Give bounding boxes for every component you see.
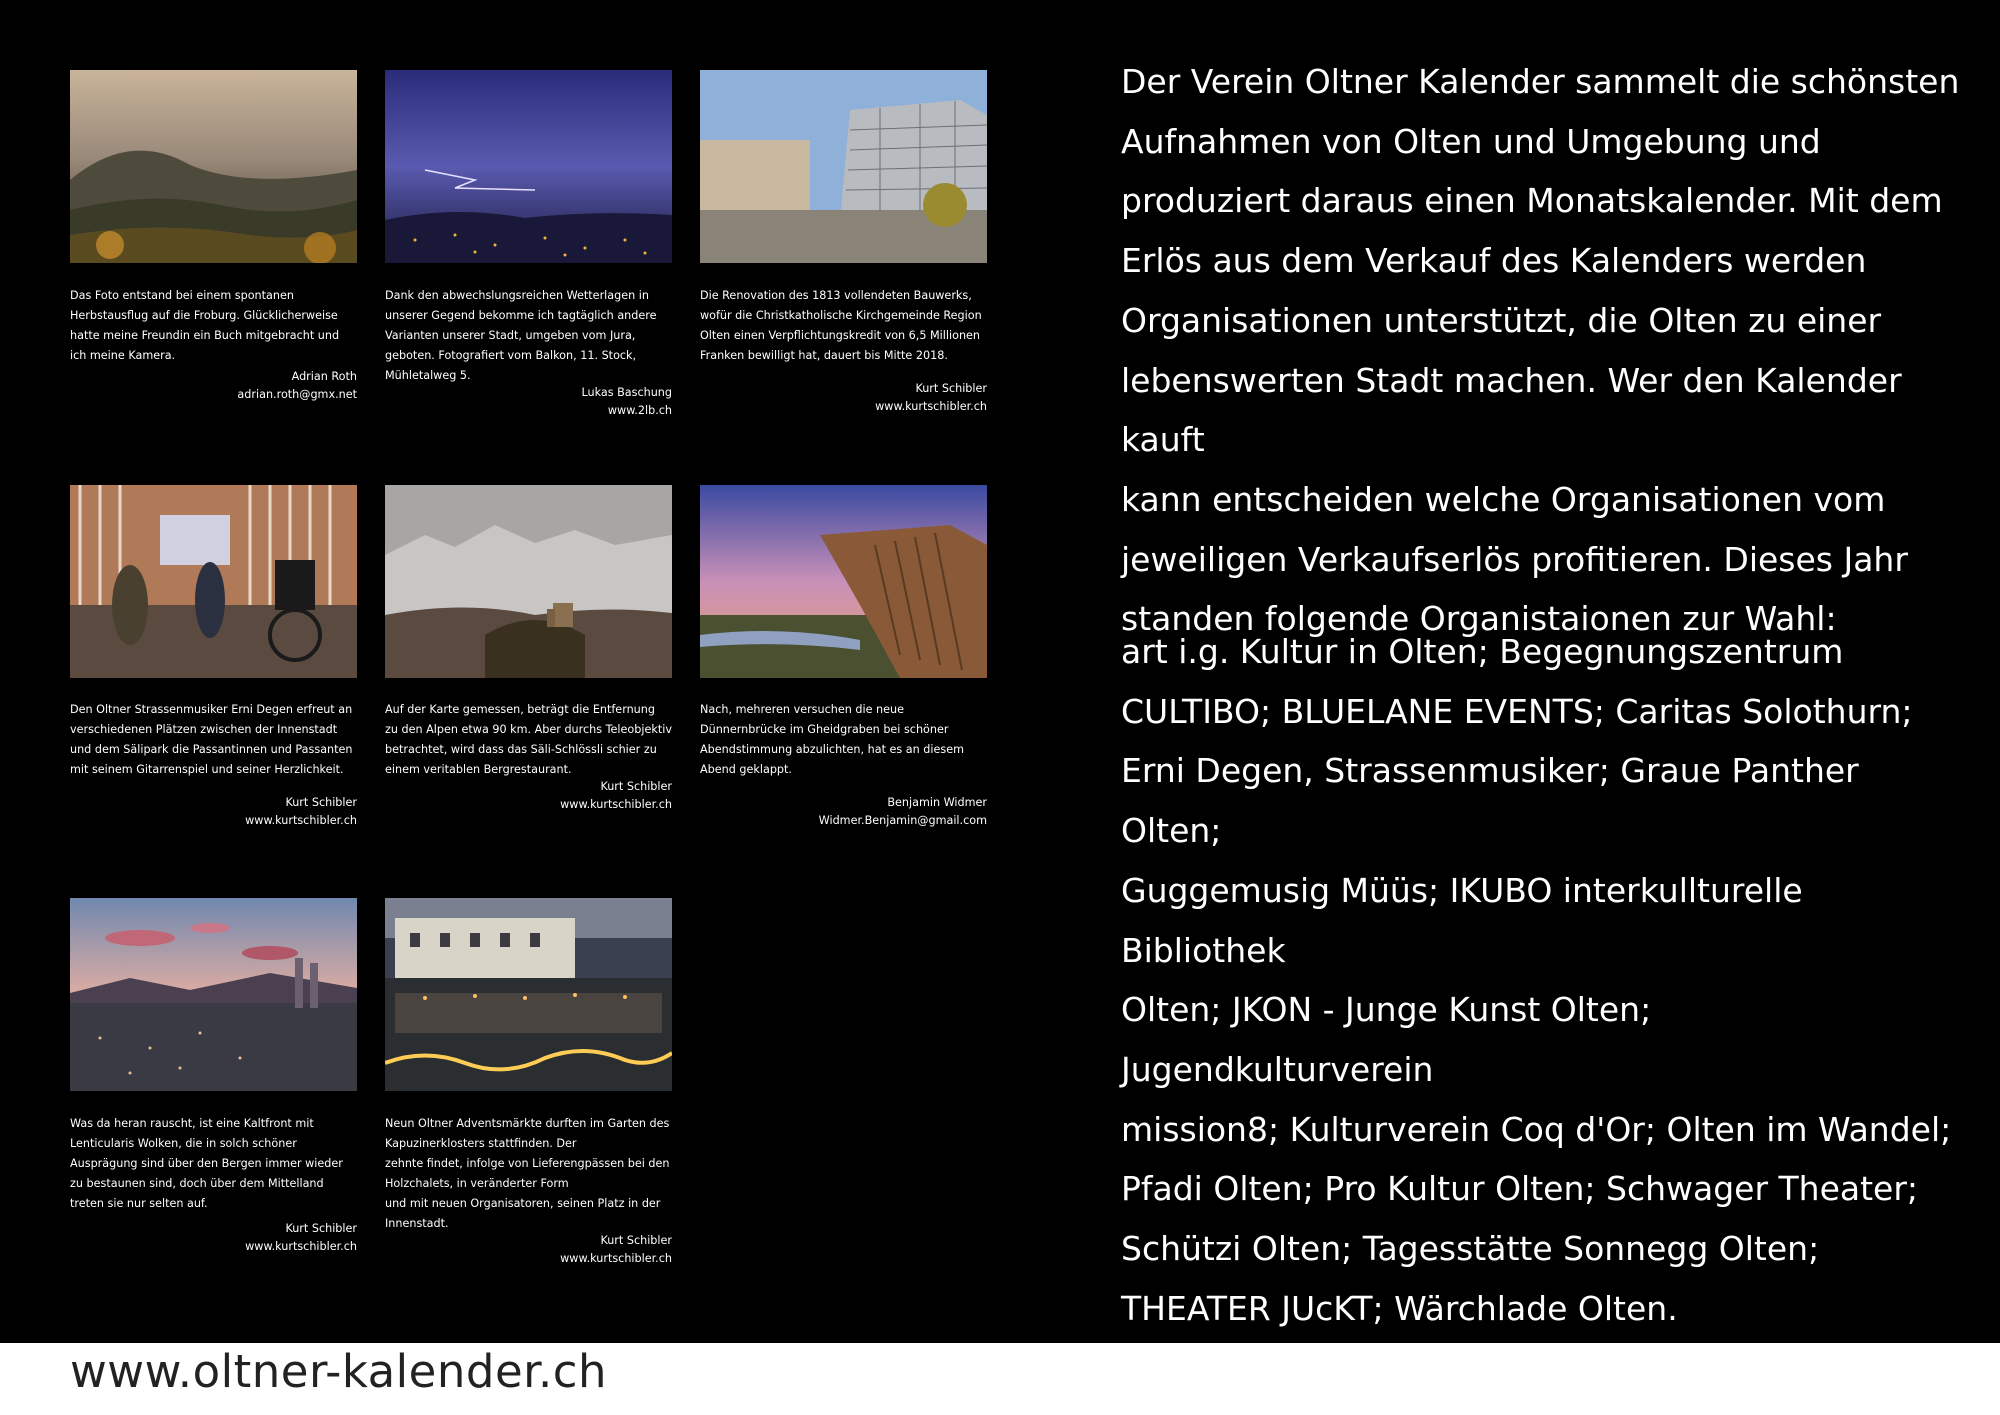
caption-text: Neun Oltner Adventsmärkte durften im Gar…	[385, 1117, 670, 1230]
caption-text: Das Foto entstand bei einem spontanen He…	[70, 289, 340, 362]
author-contact: www.kurtschibler.ch	[875, 399, 987, 413]
photo-church-image	[700, 70, 987, 263]
author-contact: www.kurtschibler.ch	[560, 797, 672, 811]
author-name: Kurt Schibler	[600, 780, 672, 793]
author-name: Kurt Schibler	[285, 796, 357, 809]
calendar-back-page: Das Foto entstand bei einem spontanen He…	[0, 0, 2000, 1343]
photo-credit: Kurt Schibler www.kurtschibler.ch	[385, 1232, 672, 1267]
photo-credit: Benjamin Widmer Widmer.Benjamin@gmail.co…	[700, 794, 987, 829]
author-contact: adrian.roth@gmx.net	[237, 387, 357, 401]
caption-photo-2: Dank den abwechslungsreichen Wetterlagen…	[385, 286, 672, 419]
photo-lightning-storm	[385, 70, 672, 263]
author-name: Kurt Schibler	[600, 1234, 672, 1247]
author-name: Benjamin Widmer	[887, 796, 987, 809]
intro-paragraph: Der Verein Oltner Kalender sammelt die s…	[1121, 62, 1960, 639]
footer-website-link[interactable]: www.oltner-kalender.ch	[70, 1345, 607, 1398]
author-contact: Widmer.Benjamin@gmail.com	[818, 813, 987, 827]
caption-photo-1: Das Foto entstand bei einem spontanen He…	[70, 286, 357, 403]
caption-text: Was da heran rauscht, ist eine Kaltfront…	[70, 1117, 343, 1210]
caption-photo-6: Nach, mehreren versuchen die neue Dünner…	[700, 700, 987, 829]
photo-musician-image	[70, 485, 357, 678]
photo-alps-castle	[385, 485, 672, 678]
photo-froburg-landscape	[70, 70, 357, 263]
caption-text: Den Oltner Strassenmusiker Erni Degen er…	[70, 703, 353, 776]
photo-church-renovation	[700, 70, 987, 263]
caption-photo-5: Auf der Karte gemessen, beträgt die Entf…	[385, 700, 672, 813]
author-contact: www.kurtschibler.ch	[245, 1239, 357, 1253]
caption-photo-8: Neun Oltner Adventsmärkte durften im Gar…	[385, 1114, 672, 1267]
photo-froburg-image	[70, 70, 357, 263]
photo-credit: Kurt Schibler www.kurtschibler.ch	[385, 778, 672, 813]
photo-credit: Kurt Schibler www.kurtschibler.ch	[70, 794, 357, 829]
photo-clouds-image	[70, 898, 357, 1091]
caption-text: Nach, mehreren versuchen die neue Dünner…	[700, 703, 964, 776]
photo-market-image	[385, 898, 672, 1091]
photo-bridge-image	[700, 485, 987, 678]
caption-text: Dank den abwechslungsreichen Wetterlagen…	[385, 289, 657, 382]
organisations-list: art i.g. Kultur in Olten; Begegnungszent…	[1121, 632, 1952, 1328]
caption-photo-3: Die Renovation des 1813 vollendeten Bauw…	[700, 286, 987, 415]
author-name: Kurt Schibler	[285, 1222, 357, 1235]
photo-street-musician	[70, 485, 357, 678]
photo-credit: Lukas Baschung www.2lb.ch	[385, 384, 672, 419]
photo-credit: Kurt Schibler www.kurtschibler.ch	[70, 1220, 357, 1255]
photo-duennern-bridge	[700, 485, 987, 678]
author-name: Adrian Roth	[291, 370, 357, 383]
photo-lightning-image	[385, 70, 672, 263]
photo-advent-market	[385, 898, 672, 1091]
photo-alps-image	[385, 485, 672, 678]
caption-text: Auf der Karte gemessen, beträgt die Entf…	[385, 703, 672, 776]
caption-text: Die Renovation des 1813 vollendeten Bauw…	[700, 289, 982, 362]
photo-lenticularis-clouds	[70, 898, 357, 1091]
photo-credit: Kurt Schibler www.kurtschibler.ch	[700, 380, 987, 415]
author-contact: www.kurtschibler.ch	[245, 813, 357, 827]
author-name: Lukas Baschung	[581, 386, 672, 399]
author-contact: www.kurtschibler.ch	[560, 1251, 672, 1265]
caption-photo-4: Den Oltner Strassenmusiker Erni Degen er…	[70, 700, 357, 829]
photo-credit: Adrian Roth adrian.roth@gmx.net	[70, 368, 357, 403]
author-name: Kurt Schibler	[915, 382, 987, 395]
caption-photo-7: Was da heran rauscht, ist eine Kaltfront…	[70, 1114, 357, 1255]
author-contact: www.2lb.ch	[607, 403, 672, 417]
